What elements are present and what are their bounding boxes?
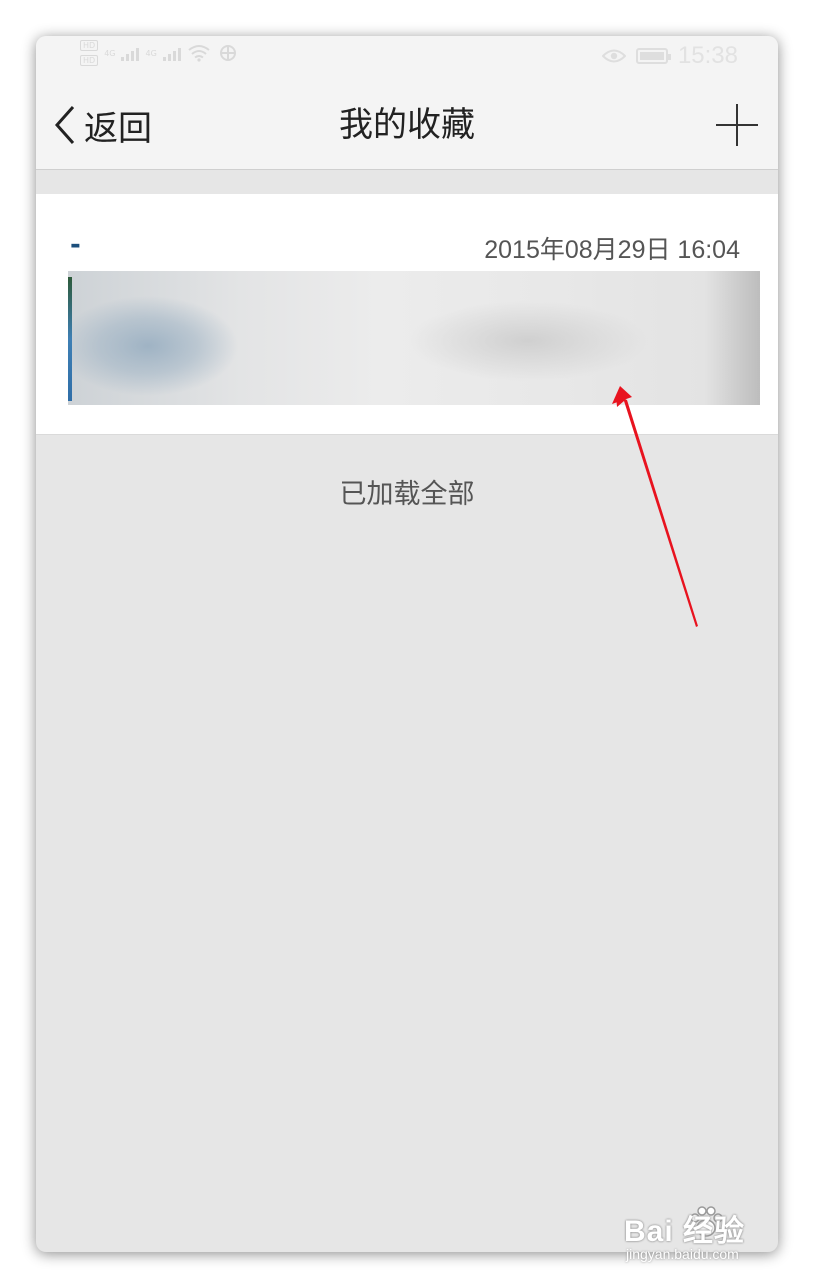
favorite-item[interactable]: - 2015年08月29日 16:04	[36, 194, 778, 435]
signal-label: 4G	[104, 48, 116, 58]
plus-icon[interactable]	[714, 102, 760, 148]
signal-icon	[162, 45, 181, 61]
network-badges: HD HD	[80, 40, 99, 66]
favorite-title: -	[70, 230, 81, 260]
eye-icon	[601, 49, 626, 63]
hd-badge: HD	[80, 55, 99, 66]
nav-bar: 返回 我的收藏	[36, 80, 778, 170]
usb-icon	[219, 45, 236, 61]
thumbnail-edge	[68, 277, 72, 401]
favorite-date: 2015年08月29日 16:04	[484, 236, 740, 264]
page-title: 我的收藏	[339, 105, 475, 145]
status-time: 15:38	[677, 42, 738, 69]
signal-icon	[121, 45, 140, 61]
status-right-icons: 15:38	[601, 42, 738, 70]
watermark: Bai 经验 jingyan.baidu.com	[624, 1202, 784, 1272]
status-left-icons: HD HD 4G 4G	[80, 40, 239, 66]
watermark-brand: Bai 经验	[624, 1215, 746, 1248]
battery-icon	[635, 48, 671, 64]
loaded-all-text: 已加载全部	[339, 479, 475, 510]
hd-badge: HD	[80, 40, 99, 51]
wifi-icon	[188, 45, 210, 62]
phone-screen: HD HD 4G 4G 15:38 返回 我的收藏 - 2015年08月29日 …	[36, 36, 778, 1252]
signal-label: 4G	[145, 48, 157, 58]
favorite-thumbnail[interactable]	[68, 271, 760, 405]
watermark-url: jingyan.baidu.com	[626, 1246, 739, 1262]
status-bar: HD HD 4G 4G 15:38	[36, 36, 778, 80]
